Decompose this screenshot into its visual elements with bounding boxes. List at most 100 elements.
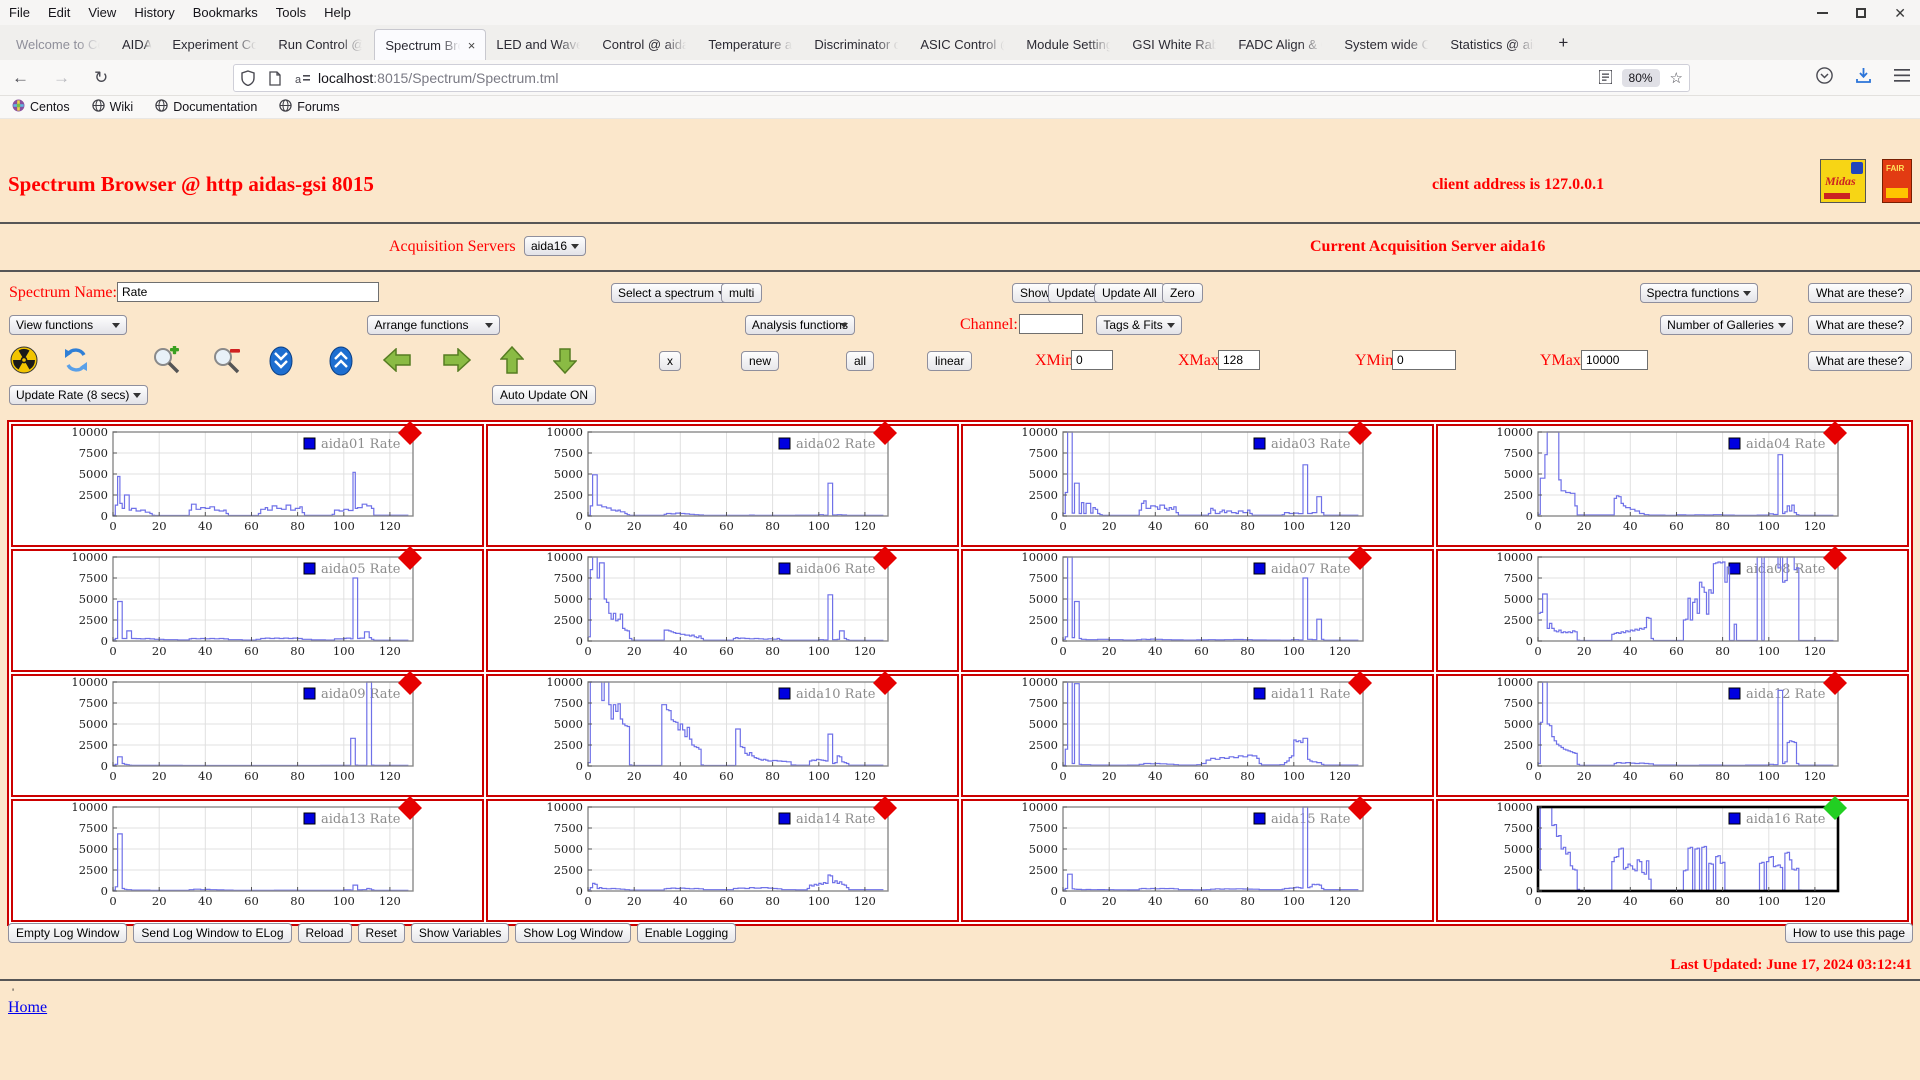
- spectrum-chart[interactable]: aida15 Rate 0 20 40 60 80 100 120 0 2500 5000 7500 1…: [1008, 796, 1388, 915]
- menu-history[interactable]: History: [125, 5, 183, 20]
- menu-bookmarks[interactable]: Bookmarks: [184, 5, 267, 20]
- arrow-left-icon[interactable]: [382, 347, 413, 377]
- what-are-these-button-2[interactable]: What are these?: [1807, 315, 1912, 335]
- menu-hamburger-icon[interactable]: [1894, 69, 1910, 87]
- gallery-cell-aida11[interactable]: aida11 Rate 0 20 40 60 80 100 120 0 2500 5000 7500 1…: [961, 671, 1434, 797]
- update-rate-dropdown[interactable]: Update Rate (8 secs): [9, 385, 149, 405]
- radiation-icon[interactable]: [10, 346, 38, 379]
- reset-button[interactable]: Reset: [357, 923, 405, 943]
- all-button[interactable]: all: [846, 351, 875, 371]
- download-icon[interactable]: [1855, 67, 1872, 89]
- tags-fits-dropdown[interactable]: Tags & Fits: [1096, 315, 1182, 335]
- tab-discriminator-co[interactable]: Discriminator co: [804, 29, 910, 60]
- tab-close-icon[interactable]: ×: [468, 38, 476, 53]
- tab-gsi-white-rabbi[interactable]: GSI White Rabbi: [1122, 29, 1228, 60]
- maximize-icon[interactable]: [1856, 7, 1867, 18]
- update-all-button[interactable]: Update All: [1094, 283, 1165, 303]
- reader-mode-icon[interactable]: [1597, 68, 1613, 87]
- ymin-input[interactable]: 0: [1392, 350, 1456, 370]
- gallery-cell-aida14[interactable]: aida14 Rate 0 20 40 60 80 100 120 0 2500 5000 7500 1…: [486, 796, 959, 922]
- forward-icon[interactable]: →: [41, 68, 82, 88]
- pocket-icon[interactable]: [1816, 67, 1833, 89]
- zoom-level-badge[interactable]: 80%: [1621, 69, 1660, 87]
- xmin-input[interactable]: 0: [1071, 350, 1113, 370]
- bookmark-centos[interactable]: Centos: [12, 99, 70, 115]
- menu-tools[interactable]: Tools: [267, 5, 315, 20]
- zero-button[interactable]: Zero: [1162, 283, 1203, 303]
- spectra-functions-dropdown[interactable]: Spectra functions: [1639, 283, 1759, 303]
- ymax-input[interactable]: 10000: [1581, 350, 1648, 370]
- bookmark-documentation[interactable]: Documentation: [155, 99, 257, 115]
- tab-welcome-to-cen[interactable]: Welcome to Cen: [6, 29, 112, 60]
- tab-system-wide-ch[interactable]: System wide Ch: [1334, 29, 1440, 60]
- what-are-these-button-1[interactable]: What are these?: [1807, 283, 1912, 303]
- analysis-functions-dropdown[interactable]: Analysis functions: [744, 315, 855, 335]
- gallery-cell-aida09[interactable]: aida09 Rate 0 20 40 60 80 100 120 0 2500 5000 7500 1…: [11, 671, 484, 797]
- gallery-cell-aida10[interactable]: aida10 Rate 0 20 40 60 80 100 120 0 2500 5000 7500 1…: [486, 671, 959, 797]
- refresh-icon[interactable]: [62, 346, 90, 379]
- gallery-cell-aida02[interactable]: aida02 Rate 0 20 40 60 80 100 120 0 2500 5000 7500 1…: [486, 421, 959, 547]
- gallery-cell-aida01[interactable]: aida01 Rate 0 20 40 60 80 100 120 0 2500 5000 7500 1…: [11, 421, 484, 547]
- url-bar[interactable]: a localhost:8015/Spectrum/Spectrum.tml 8…: [233, 64, 1690, 92]
- spectrum-chart[interactable]: aida12 Rate 0 20 40 60 80 100 120 0 2500 5000 7500 1…: [1483, 671, 1863, 790]
- spectrum-chart[interactable]: aida14 Rate 0 20 40 60 80 100 120 0 2500 5000 7500 1…: [533, 796, 913, 915]
- spectrum-chart[interactable]: aida02 Rate 0 20 40 60 80 100 120 0 2500 5000 7500 1…: [533, 421, 913, 540]
- tab-led-and-wavefo[interactable]: LED and Wavefo: [486, 29, 592, 60]
- spectrum-chart[interactable]: aida11 Rate 0 20 40 60 80 100 120 0 2500 5000 7500 1…: [1008, 671, 1388, 790]
- spectrum-chart[interactable]: aida13 Rate 0 20 40 60 80 100 120 0 2500 5000 7500 1…: [58, 796, 438, 915]
- back-icon[interactable]: ←: [0, 68, 41, 88]
- auto-update-button[interactable]: Auto Update ON: [492, 385, 597, 405]
- gallery-cell-aida07[interactable]: aida07 Rate 0 20 40 60 80 100 120 0 2500 5000 7500 1…: [961, 546, 1434, 672]
- channel-input[interactable]: [1019, 314, 1083, 334]
- expand-vertical-icon[interactable]: [328, 346, 354, 381]
- gallery-cell-aida08[interactable]: aida08 Rate 0 20 40 60 80 100 120 0 2500 5000 7500 1…: [1436, 546, 1909, 672]
- spectrum-chart[interactable]: aida07 Rate 0 20 40 60 80 100 120 0 2500 5000 7500 1…: [1008, 546, 1388, 665]
- close-icon[interactable]: ✕: [1894, 6, 1906, 20]
- tab-experiment-cont[interactable]: Experiment Cont: [162, 29, 268, 60]
- tab-temperature-an[interactable]: Temperature an: [698, 29, 804, 60]
- zoom-in-icon[interactable]: [152, 345, 182, 381]
- acquisition-server-select[interactable]: aida16: [524, 236, 587, 256]
- spectrum-chart[interactable]: aida01 Rate 0 20 40 60 80 100 120 0 2500 5000 7500 1…: [58, 421, 438, 540]
- spectrum-chart[interactable]: aida04 Rate 0 20 40 60 80 100 120 0 2500 5000 7500 1…: [1483, 421, 1863, 540]
- tab-statistics-aida[interactable]: Statistics @ aida: [1440, 29, 1546, 60]
- gallery-cell-aida15[interactable]: aida15 Rate 0 20 40 60 80 100 120 0 2500 5000 7500 1…: [961, 796, 1434, 922]
- translate-permissions-icon[interactable]: a: [295, 72, 311, 85]
- spectrum-chart[interactable]: aida09 Rate 0 20 40 60 80 100 120 0 2500 5000 7500 1…: [58, 671, 438, 790]
- empty-log-window-button[interactable]: Empty Log Window: [8, 923, 128, 943]
- arrow-right-icon[interactable]: [441, 347, 472, 377]
- new-tab-button[interactable]: +: [1546, 33, 1580, 53]
- new-button[interactable]: new: [741, 351, 780, 371]
- number-of-galleries-dropdown[interactable]: Number of Galleries: [1660, 315, 1793, 335]
- spectrum-name-input[interactable]: Rate: [117, 282, 379, 302]
- show-variables-button[interactable]: Show Variables: [410, 923, 510, 943]
- tab-asic-control-[interactable]: ASIC Control @: [910, 29, 1016, 60]
- zoom-out-icon[interactable]: [212, 346, 242, 381]
- spectrum-chart[interactable]: aida06 Rate 0 20 40 60 80 100 120 0 2500 5000 7500 1…: [533, 546, 913, 665]
- tab-spectrum-bro[interactable]: Spectrum Bro ×: [374, 29, 487, 60]
- menu-edit[interactable]: Edit: [39, 5, 79, 20]
- minimize-icon[interactable]: [1817, 11, 1829, 14]
- gallery-cell-aida05[interactable]: aida05 Rate 0 20 40 60 80 100 120 0 2500 5000 7500 1…: [11, 546, 484, 672]
- shield-icon[interactable]: [241, 70, 255, 86]
- arrange-functions-dropdown[interactable]: Arrange functions: [367, 315, 501, 335]
- spectrum-chart[interactable]: aida03 Rate 0 20 40 60 80 100 120 0 2500 5000 7500 1…: [1008, 421, 1388, 540]
- gallery-cell-aida04[interactable]: aida04 Rate 0 20 40 60 80 100 120 0 2500 5000 7500 1…: [1436, 421, 1909, 547]
- how-to-use-button[interactable]: How to use this page: [1784, 923, 1913, 943]
- home-link[interactable]: Home: [8, 999, 47, 1017]
- tab-run-control-a[interactable]: Run Control @ a: [268, 29, 374, 60]
- what-are-these-button-3[interactable]: What are these?: [1807, 351, 1912, 371]
- gallery-cell-aida06[interactable]: aida06 Rate 0 20 40 60 80 100 120 0 2500 5000 7500 1…: [486, 546, 959, 672]
- page-info-icon[interactable]: [269, 70, 281, 86]
- bookmark-forums[interactable]: Forums: [279, 99, 340, 115]
- reload-icon[interactable]: ↻: [82, 68, 120, 88]
- gallery-cell-aida03[interactable]: aida03 Rate 0 20 40 60 80 100 120 0 2500 5000 7500 1…: [961, 421, 1434, 547]
- arrow-down-icon[interactable]: [552, 346, 578, 381]
- x-scale-button[interactable]: x: [659, 351, 681, 371]
- spectrum-chart[interactable]: aida05 Rate 0 20 40 60 80 100 120 0 2500 5000 7500 1…: [58, 546, 438, 665]
- spectrum-chart[interactable]: aida16 Rate 0 20 40 60 80 100 120 0 2500 5000 7500 1…: [1483, 796, 1863, 915]
- menu-help[interactable]: Help: [315, 5, 360, 20]
- linear-button[interactable]: linear: [927, 351, 973, 371]
- select-spectrum-dropdown[interactable]: Select a spectrum: [611, 283, 734, 303]
- show-log-window-button[interactable]: Show Log Window: [515, 923, 631, 943]
